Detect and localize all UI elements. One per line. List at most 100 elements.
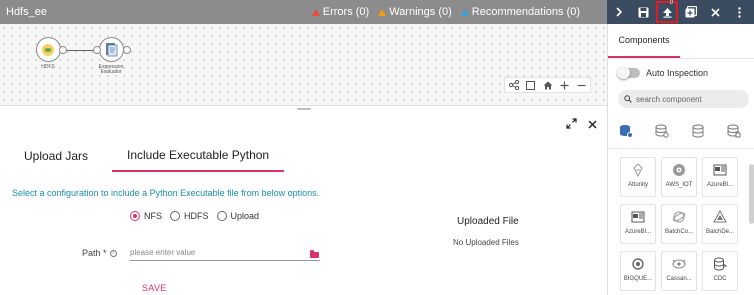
add-pipeline-button[interactable] bbox=[679, 0, 703, 24]
radio-label: NFS bbox=[144, 211, 162, 221]
radio-hdfs[interactable]: HDFS bbox=[170, 211, 209, 221]
component-aws-iot[interactable]: AWS_IOT bbox=[661, 157, 697, 197]
top-bar: Hdfs_ee Errors (0) Warnings (0) Recommen… bbox=[0, 0, 607, 24]
radio-nfs[interactable]: NFS bbox=[130, 211, 162, 221]
tab-include-executable-python[interactable]: Include Executable Python bbox=[112, 140, 285, 172]
panel-divider bbox=[0, 105, 607, 106]
output-port[interactable] bbox=[123, 46, 131, 54]
radio-label: Upload bbox=[230, 211, 260, 221]
upload-badge: 0 bbox=[669, 0, 673, 6]
chevron-right-icon bbox=[616, 7, 623, 17]
upload-button[interactable]: 0 bbox=[655, 0, 679, 24]
path-label: Path * i bbox=[82, 248, 117, 258]
component-batch-deduplicator[interactable]: BatchDe... bbox=[702, 204, 738, 244]
resize-handle[interactable] bbox=[297, 108, 311, 110]
component-label: BIGQUE... bbox=[623, 276, 653, 282]
zoom-in-button[interactable] bbox=[556, 78, 573, 93]
azure-blob-icon bbox=[713, 164, 727, 176]
warning-icon bbox=[378, 8, 387, 16]
error-icon bbox=[311, 8, 320, 16]
component-grid: Attunity AWS_IOT AzureBl... AzureBl... B… bbox=[620, 157, 746, 291]
graph-layout-icon bbox=[508, 80, 519, 90]
expand-icon bbox=[566, 118, 577, 129]
minus-icon bbox=[577, 84, 586, 86]
more-vertical-icon bbox=[737, 6, 741, 18]
output-port[interactable] bbox=[59, 46, 67, 54]
warnings-status[interactable]: Warnings (0) bbox=[378, 6, 452, 18]
scrollbar-thumb[interactable] bbox=[749, 164, 754, 224]
radio-indicator bbox=[170, 211, 180, 221]
radio-upload[interactable]: Upload bbox=[216, 211, 260, 221]
path-input[interactable] bbox=[130, 245, 320, 261]
pipeline-node-expression-evaluator[interactable]: Expression Evaluator bbox=[90, 37, 132, 75]
component-label: AzureBl... bbox=[706, 182, 733, 188]
hdfs-node-icon bbox=[35, 37, 61, 62]
component-search bbox=[618, 90, 749, 108]
zoom-out-button[interactable] bbox=[573, 78, 590, 93]
component-cdc[interactable]: CDC bbox=[702, 251, 738, 291]
category-processors[interactable] bbox=[644, 120, 680, 142]
component-batch-collector[interactable]: BatchCo... bbox=[661, 204, 697, 244]
component-label: AzureBl... bbox=[624, 229, 651, 235]
component-bigquery[interactable]: BIGQUE... bbox=[620, 251, 656, 291]
node-label: Expression Evaluator bbox=[98, 64, 124, 75]
category-transforms[interactable] bbox=[680, 120, 716, 142]
pipeline-toolbar: 0 bbox=[607, 0, 754, 24]
recommendations-status[interactable]: Recommendations (0) bbox=[460, 6, 580, 18]
category-data-sources[interactable] bbox=[608, 120, 644, 142]
recommendation-icon bbox=[460, 8, 469, 16]
pipeline-node-hdfs[interactable]: HDFS bbox=[34, 37, 62, 70]
expand-config-button[interactable] bbox=[566, 118, 577, 132]
save-button[interactable]: SAVE bbox=[142, 283, 167, 293]
close-icon bbox=[588, 120, 597, 129]
auto-inspection-label: Auto Inspection bbox=[646, 68, 709, 78]
category-emitters[interactable] bbox=[716, 120, 752, 142]
attunity-icon bbox=[633, 163, 643, 177]
pipeline-canvas[interactable]: HDFS Expression Evaluator bbox=[0, 24, 607, 105]
errors-status[interactable]: Errors (0) bbox=[311, 6, 370, 18]
azure-blob-icon bbox=[631, 211, 645, 223]
component-label: Cassan... bbox=[666, 276, 692, 282]
errors-label: Errors (0) bbox=[322, 6, 370, 18]
more-options-button[interactable] bbox=[727, 0, 751, 24]
frame-icon bbox=[526, 80, 535, 90]
database-process-icon bbox=[655, 124, 669, 138]
home-icon bbox=[543, 81, 552, 89]
fit-to-screen-button[interactable] bbox=[522, 78, 539, 93]
database-icon bbox=[692, 124, 704, 138]
component-azure-blob-1[interactable]: AzureBl... bbox=[702, 157, 738, 197]
path-label-text: Path * bbox=[82, 248, 107, 258]
component-scrollbar[interactable] bbox=[748, 154, 754, 294]
component-label: BatchCo... bbox=[664, 229, 693, 235]
close-config-button[interactable] bbox=[588, 118, 597, 132]
info-icon[interactable]: i bbox=[109, 249, 117, 257]
uploaded-file-title: Uploaded File bbox=[457, 216, 519, 227]
batch-collector-icon bbox=[672, 211, 686, 223]
uploaded-files-empty: No Uploaded Files bbox=[453, 238, 519, 247]
recommendations-label: Recommendations (0) bbox=[471, 6, 580, 18]
component-label: BatchDe... bbox=[705, 229, 734, 235]
close-pipeline-button[interactable] bbox=[703, 0, 727, 24]
divider bbox=[608, 58, 754, 59]
component-azure-blob-2[interactable]: AzureBl... bbox=[620, 204, 656, 244]
home-button[interactable] bbox=[539, 78, 556, 93]
radio-label: HDFS bbox=[184, 211, 209, 221]
tab-upload-jars[interactable]: Upload Jars bbox=[24, 140, 88, 172]
status-summary: Errors (0) Warnings (0) Recommendations … bbox=[311, 6, 607, 18]
tab-components[interactable]: Components bbox=[608, 24, 680, 58]
auto-inspection-row: Auto Inspection bbox=[617, 66, 709, 79]
folder-icon[interactable] bbox=[310, 250, 319, 258]
component-cassandra[interactable]: Cassan... bbox=[661, 251, 697, 291]
aws-iot-icon bbox=[673, 164, 685, 176]
batch-dedup-icon bbox=[713, 210, 727, 223]
component-attunity[interactable]: Attunity bbox=[620, 157, 656, 197]
auto-inspection-toggle[interactable] bbox=[617, 66, 640, 79]
config-tabs: Upload Jars Include Executable Python bbox=[0, 140, 607, 172]
save-icon bbox=[638, 7, 648, 17]
search-input[interactable] bbox=[636, 94, 746, 104]
expand-panel-button[interactable] bbox=[607, 0, 631, 24]
pipeline-title: Hdfs_ee bbox=[6, 6, 47, 18]
save-pipeline-button[interactable] bbox=[631, 0, 655, 24]
auto-arrange-button[interactable] bbox=[505, 78, 522, 93]
input-port[interactable] bbox=[93, 46, 101, 54]
